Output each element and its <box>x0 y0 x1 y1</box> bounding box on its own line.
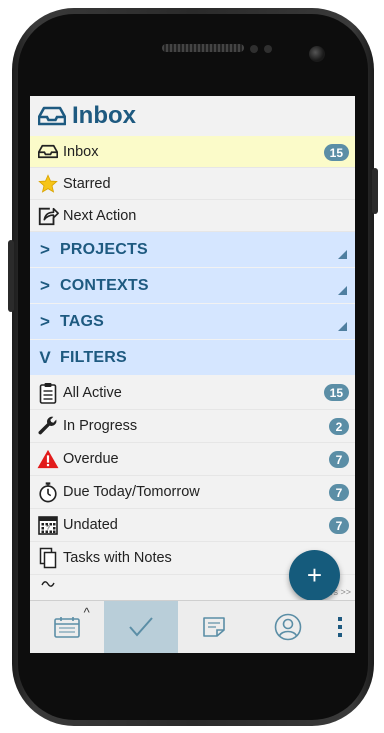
filter-item-label: Undated <box>63 517 118 533</box>
section-tags[interactable]: > TAGS <box>30 304 355 340</box>
filter-item-label: Due Today/Tomorrow <box>63 484 200 500</box>
notes-icon <box>37 547 59 569</box>
chevron-right-icon: > <box>40 239 50 259</box>
calendar-icon: ? <box>37 514 59 536</box>
stopwatch-icon <box>37 481 59 503</box>
menu-item-label: Inbox <box>63 143 99 160</box>
corner-triangle-icon <box>338 286 347 295</box>
share-arrow-icon <box>37 205 59 227</box>
filter-item-label: All Active <box>63 384 122 401</box>
menu-item-label: Next Action <box>63 207 137 224</box>
tab-notes[interactable] <box>178 601 252 653</box>
corner-triangle-icon <box>338 322 347 331</box>
inbox-tray-icon <box>38 106 66 126</box>
chevron-down-icon: V <box>39 347 51 367</box>
filter-item-label: Tasks with Notes <box>63 550 172 566</box>
section-label: FILTERS <box>60 348 127 366</box>
phone-sensor <box>250 45 258 53</box>
phone-side-button <box>372 168 378 214</box>
person-icon <box>274 613 302 641</box>
app-screen: Inbox Inbox 15 Starred Next Action > PRO… <box>30 96 355 653</box>
count-badge: 7 <box>329 484 349 501</box>
overflow-menu-button[interactable] <box>325 601 355 653</box>
calendar-icon <box>54 617 80 638</box>
star-icon <box>37 173 59 195</box>
note-icon <box>203 617 226 637</box>
add-task-button[interactable]: + <box>289 550 340 601</box>
section-projects[interactable]: > PROJECTS <box>30 232 355 268</box>
filter-item-in-progress[interactable]: In Progress 2 <box>30 410 355 443</box>
filter-item-label: Overdue <box>63 451 119 467</box>
phone-camera <box>309 46 325 62</box>
filter-item-all-active[interactable]: All Active 15 <box>30 376 355 410</box>
tab-calendar[interactable]: ^ <box>30 601 104 653</box>
chevron-right-icon: > <box>40 275 50 295</box>
count-badge: 15 <box>323 144 349 161</box>
clipboard-icon <box>37 382 59 404</box>
menu-item-inbox[interactable]: Inbox 15 <box>30 136 355 168</box>
more-vert-icon <box>338 617 342 637</box>
phone-speaker <box>162 44 244 52</box>
section-label: TAGS <box>60 312 105 330</box>
phone-sensor <box>264 45 272 53</box>
warning-icon <box>37 448 59 470</box>
header: Inbox <box>30 96 355 136</box>
filter-item-due-today-tomorrow[interactable]: Due Today/Tomorrow 7 <box>30 476 355 509</box>
filter-item-label: In Progress <box>63 418 138 434</box>
bottom-nav: ^ <box>30 600 355 653</box>
page-title: Inbox <box>72 102 136 129</box>
filter-item-undated[interactable]: ? Undated 7 <box>30 509 355 542</box>
link-icon <box>37 577 59 591</box>
phone-side-button <box>8 240 14 312</box>
menu-item-label: Starred <box>63 175 111 192</box>
section-contexts[interactable]: > CONTEXTS <box>30 268 355 304</box>
inbox-tray-icon <box>37 141 59 163</box>
menu-item-next-action[interactable]: Next Action <box>30 200 355 232</box>
section-label: PROJECTS <box>60 240 148 258</box>
corner-triangle-icon <box>338 250 347 259</box>
count-badge: 15 <box>323 384 349 401</box>
tab-profile[interactable] <box>251 601 325 653</box>
section-label: CONTEXTS <box>60 276 149 294</box>
menu-item-starred[interactable]: Starred <box>30 168 355 200</box>
section-filters[interactable]: V FILTERS <box>30 340 355 376</box>
chevron-up-icon: ^ <box>83 605 90 620</box>
count-badge: 7 <box>329 451 349 468</box>
chevron-right-icon: > <box>40 311 50 331</box>
tab-tasks[interactable] <box>103 601 178 653</box>
count-badge: 2 <box>329 418 349 435</box>
checkmark-icon <box>128 617 153 637</box>
wrench-icon <box>37 415 59 437</box>
count-badge: 7 <box>329 517 349 534</box>
filter-item-overdue[interactable]: Overdue 7 <box>30 443 355 476</box>
